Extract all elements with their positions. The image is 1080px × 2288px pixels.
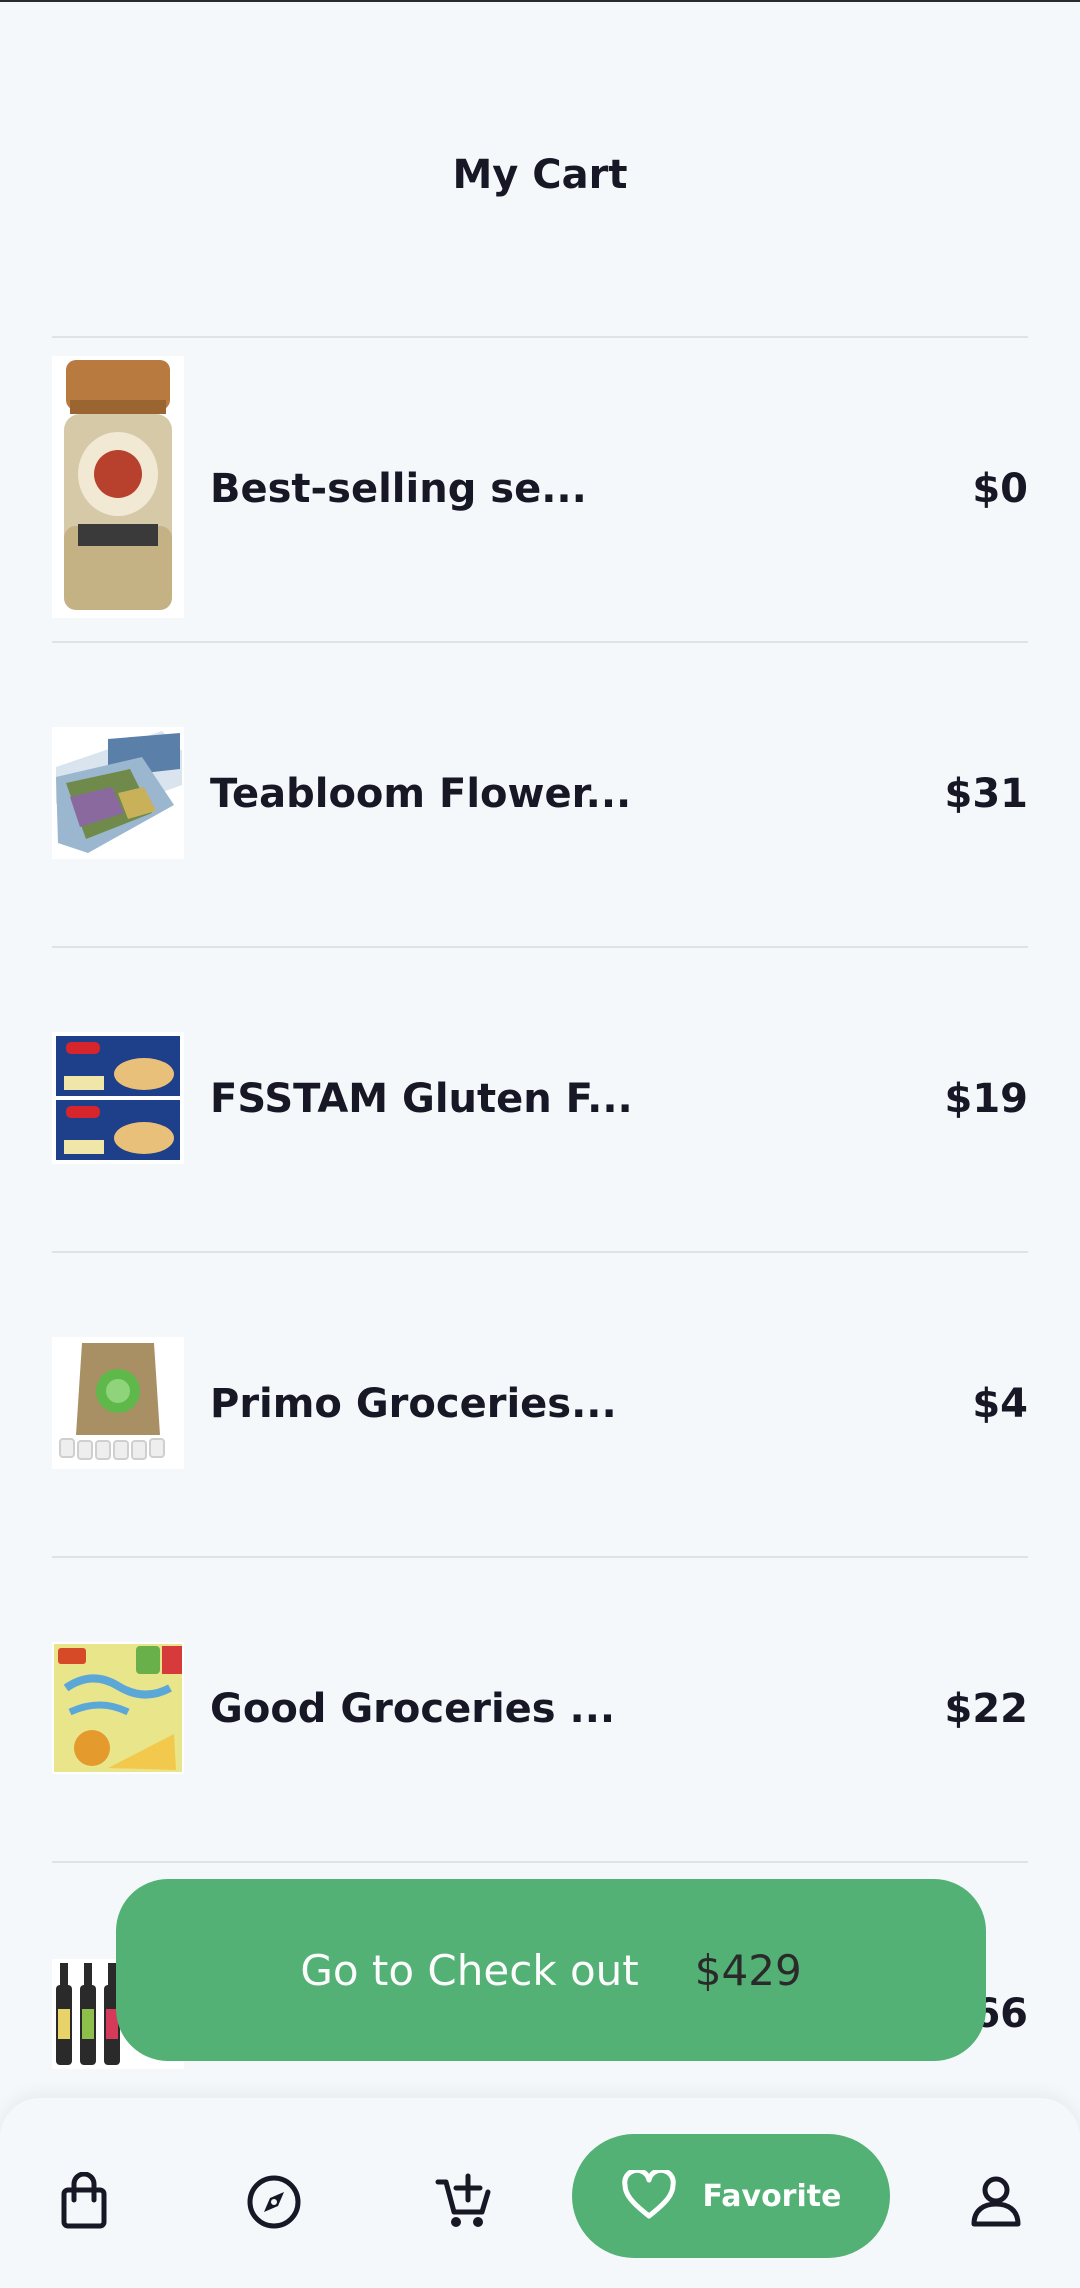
item-price: $22: [944, 1686, 1029, 1732]
item-price: $0: [972, 466, 1028, 512]
user-icon[interactable]: [966, 2172, 1026, 2232]
product-image-biscuits-box: [52, 1642, 184, 1774]
cart-item[interactable]: Primo Groceries... $4: [52, 1253, 1028, 1556]
item-name: Primo Groceries...: [210, 1381, 617, 1427]
item-price: $19: [944, 1076, 1029, 1122]
bottom-navigation: Favorite: [0, 2098, 1080, 2288]
product-image-tea-box: [52, 727, 184, 859]
compass-icon[interactable]: [244, 2172, 304, 2232]
item-name: Best-selling se...: [210, 466, 587, 512]
product-image-grocery-pouch: [52, 1337, 184, 1469]
cart-item[interactable]: Best-selling se... $0: [52, 338, 1028, 641]
checkout-button[interactable]: Go to Check out $429: [116, 1879, 986, 2061]
item-name: FSSTAM Gluten F...: [210, 1076, 633, 1122]
item-price: $4: [972, 1381, 1028, 1427]
item-name: Good Groceries ...: [210, 1686, 616, 1732]
nav-favorite-tab[interactable]: Favorite: [572, 2134, 890, 2258]
cart-item[interactable]: Teabloom Flower... $31: [52, 643, 1028, 946]
nav-favorite-label: Favorite: [702, 2178, 842, 2214]
app-screen: My Cart Best-selling se... $0 Teabloom F…: [0, 0, 1080, 2288]
cart-item[interactable]: FSSTAM Gluten F... $19: [52, 948, 1028, 1251]
page-title: My Cart: [452, 152, 628, 198]
product-image-spice-jar: [52, 356, 184, 618]
item-price: $31: [944, 771, 1029, 817]
heart-icon: [621, 2170, 676, 2219]
product-image-lasagne-boxes: [52, 1032, 184, 1164]
checkout-total: $429: [694, 1945, 802, 1995]
shopping-bag-icon[interactable]: [54, 2171, 114, 2232]
checkout-label: Go to Check out: [300, 1945, 639, 1995]
item-name: Teabloom Flower...: [210, 771, 632, 817]
add-to-cart-icon[interactable]: [434, 2172, 494, 2232]
status-bar-line: [0, 0, 1080, 2]
cart-item[interactable]: Good Groceries ... $22: [52, 1558, 1028, 1861]
